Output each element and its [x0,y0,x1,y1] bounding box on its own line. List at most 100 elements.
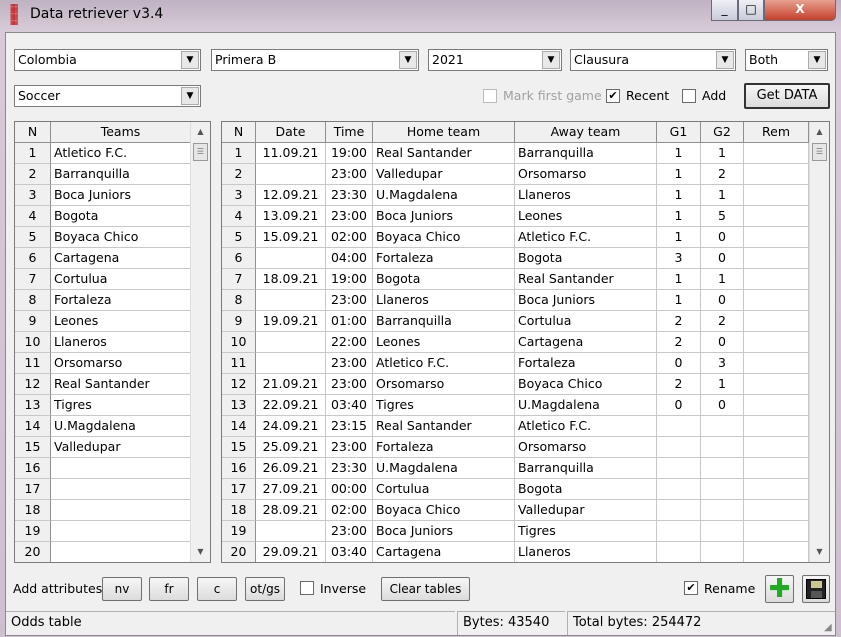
cell-rem[interactable] [744,416,809,437]
cell-away-team[interactable]: Llaneros [515,542,657,562]
cell-team[interactable]: Tigres [51,395,191,416]
cell-home-team[interactable]: Bogota [373,269,515,290]
cell-rem[interactable] [744,227,809,248]
cell-home-team[interactable]: Cortulua [373,479,515,500]
maximize-button[interactable]: □ [738,0,764,21]
cell-team[interactable]: Llaneros [51,332,191,353]
cell-away-team[interactable]: Atletico F.C. [515,416,657,437]
cell-away-team[interactable]: Valledupar [515,500,657,521]
cell-n[interactable]: 11 [15,353,51,374]
cell-n[interactable]: 18 [15,500,51,521]
cell-g2[interactable]: 1 [701,269,744,290]
cell-g2[interactable]: 0 [701,248,744,269]
cell-away-team[interactable]: Orsomarso [515,164,657,185]
cell-team[interactable] [51,500,191,521]
cell-home-team[interactable]: Atletico F.C. [373,353,515,374]
cell-g2[interactable]: 1 [701,374,744,395]
cell-n[interactable]: 16 [15,458,51,479]
cell-rem[interactable] [744,185,809,206]
cell-time[interactable]: 22:00 [326,332,373,353]
cell-team[interactable]: Boca Juniors [51,185,191,206]
cell-home-team[interactable]: Boyaca Chico [373,500,515,521]
cell-date[interactable]: 29.09.21 [256,542,326,562]
cell-rem[interactable] [744,374,809,395]
get-data-button[interactable]: Get DATA [744,83,830,109]
cell-home-team[interactable]: Valledupar [373,164,515,185]
cell-home-team[interactable]: U.Magdalena [373,185,515,206]
cell-g1[interactable] [657,542,701,562]
add-button[interactable]: ✚ [765,575,794,603]
cell-time[interactable]: 23:30 [326,185,373,206]
cell-n[interactable]: 18 [222,500,256,521]
cell-away-team[interactable]: Llaneros [515,185,657,206]
scroll-thumb[interactable]: ☰ [193,143,208,161]
column-header-n[interactable]: N [222,122,256,143]
cell-g2[interactable]: 2 [701,164,744,185]
cell-n[interactable]: 16 [222,458,256,479]
cell-g1[interactable]: 3 [657,248,701,269]
cell-home-team[interactable]: Real Santander [373,416,515,437]
cell-g1[interactable]: 1 [657,227,701,248]
cell-n[interactable]: 7 [222,269,256,290]
cell-date[interactable]: 21.09.21 [256,374,326,395]
cell-home-team[interactable]: Leones [373,332,515,353]
cell-n[interactable]: 10 [15,332,51,353]
cell-date[interactable] [256,164,326,185]
chevron-down-icon[interactable]: ▼ [716,51,734,69]
cell-home-team[interactable]: Barranquilla [373,311,515,332]
cell-time[interactable]: 23:00 [326,164,373,185]
cell-rem[interactable] [744,479,809,500]
cell-date[interactable]: 19.09.21 [256,311,326,332]
cell-g2[interactable] [701,542,744,562]
cell-n[interactable]: 8 [222,290,256,311]
cell-rem[interactable] [744,269,809,290]
cell-g1[interactable]: 1 [657,290,701,311]
mark-first-game-checkbox[interactable] [483,89,497,103]
side-select[interactable]: Both ▼ [745,49,828,71]
cell-n[interactable]: 19 [15,521,51,542]
cell-g1[interactable] [657,437,701,458]
cell-rem[interactable] [744,164,809,185]
inverse-checkbox[interactable] [300,581,314,595]
clear-tables-button[interactable]: Clear tables [381,577,470,601]
attr-c-button[interactable]: c [197,577,237,601]
cell-n[interactable]: 3 [15,185,51,206]
column-header-n[interactable]: N [15,122,51,143]
cell-date[interactable] [256,521,326,542]
cell-g1[interactable] [657,500,701,521]
cell-home-team[interactable]: Boca Juniors [373,206,515,227]
cell-time[interactable]: 23:30 [326,458,373,479]
cell-g2[interactable]: 0 [701,290,744,311]
cell-date[interactable]: 13.09.21 [256,206,326,227]
minimize-button[interactable]: _ [711,0,738,21]
scroll-up-icon[interactable]: ▲ [191,122,210,142]
cell-g1[interactable] [657,521,701,542]
cell-away-team[interactable]: Leones [515,206,657,227]
cell-time[interactable]: 01:00 [326,311,373,332]
vertical-scrollbar[interactable]: ▲ ☰ ▼ [190,122,210,562]
cell-rem[interactable] [744,458,809,479]
cell-n[interactable]: 10 [222,332,256,353]
cell-g2[interactable]: 0 [701,227,744,248]
cell-home-team[interactable]: Real Santander [373,143,515,164]
cell-n[interactable]: 17 [15,479,51,500]
cell-g1[interactable]: 0 [657,395,701,416]
cell-n[interactable]: 15 [222,437,256,458]
cell-n[interactable]: 13 [222,395,256,416]
column-header-team[interactable]: Teams [51,122,191,143]
cell-g1[interactable]: 1 [657,164,701,185]
cell-g1[interactable]: 1 [657,185,701,206]
cell-date[interactable]: 11.09.21 [256,143,326,164]
cell-rem[interactable] [744,332,809,353]
cell-time[interactable]: 00:00 [326,479,373,500]
cell-n[interactable]: 2 [222,164,256,185]
cell-g2[interactable]: 0 [701,395,744,416]
scroll-down-icon[interactable]: ▼ [191,542,210,562]
cell-home-team[interactable]: Llaneros [373,290,515,311]
scroll-up-icon[interactable]: ▲ [810,122,829,142]
cell-g2[interactable]: 3 [701,353,744,374]
cell-g1[interactable] [657,458,701,479]
cell-g2[interactable] [701,416,744,437]
cell-g2[interactable] [701,479,744,500]
cell-n[interactable]: 12 [15,374,51,395]
